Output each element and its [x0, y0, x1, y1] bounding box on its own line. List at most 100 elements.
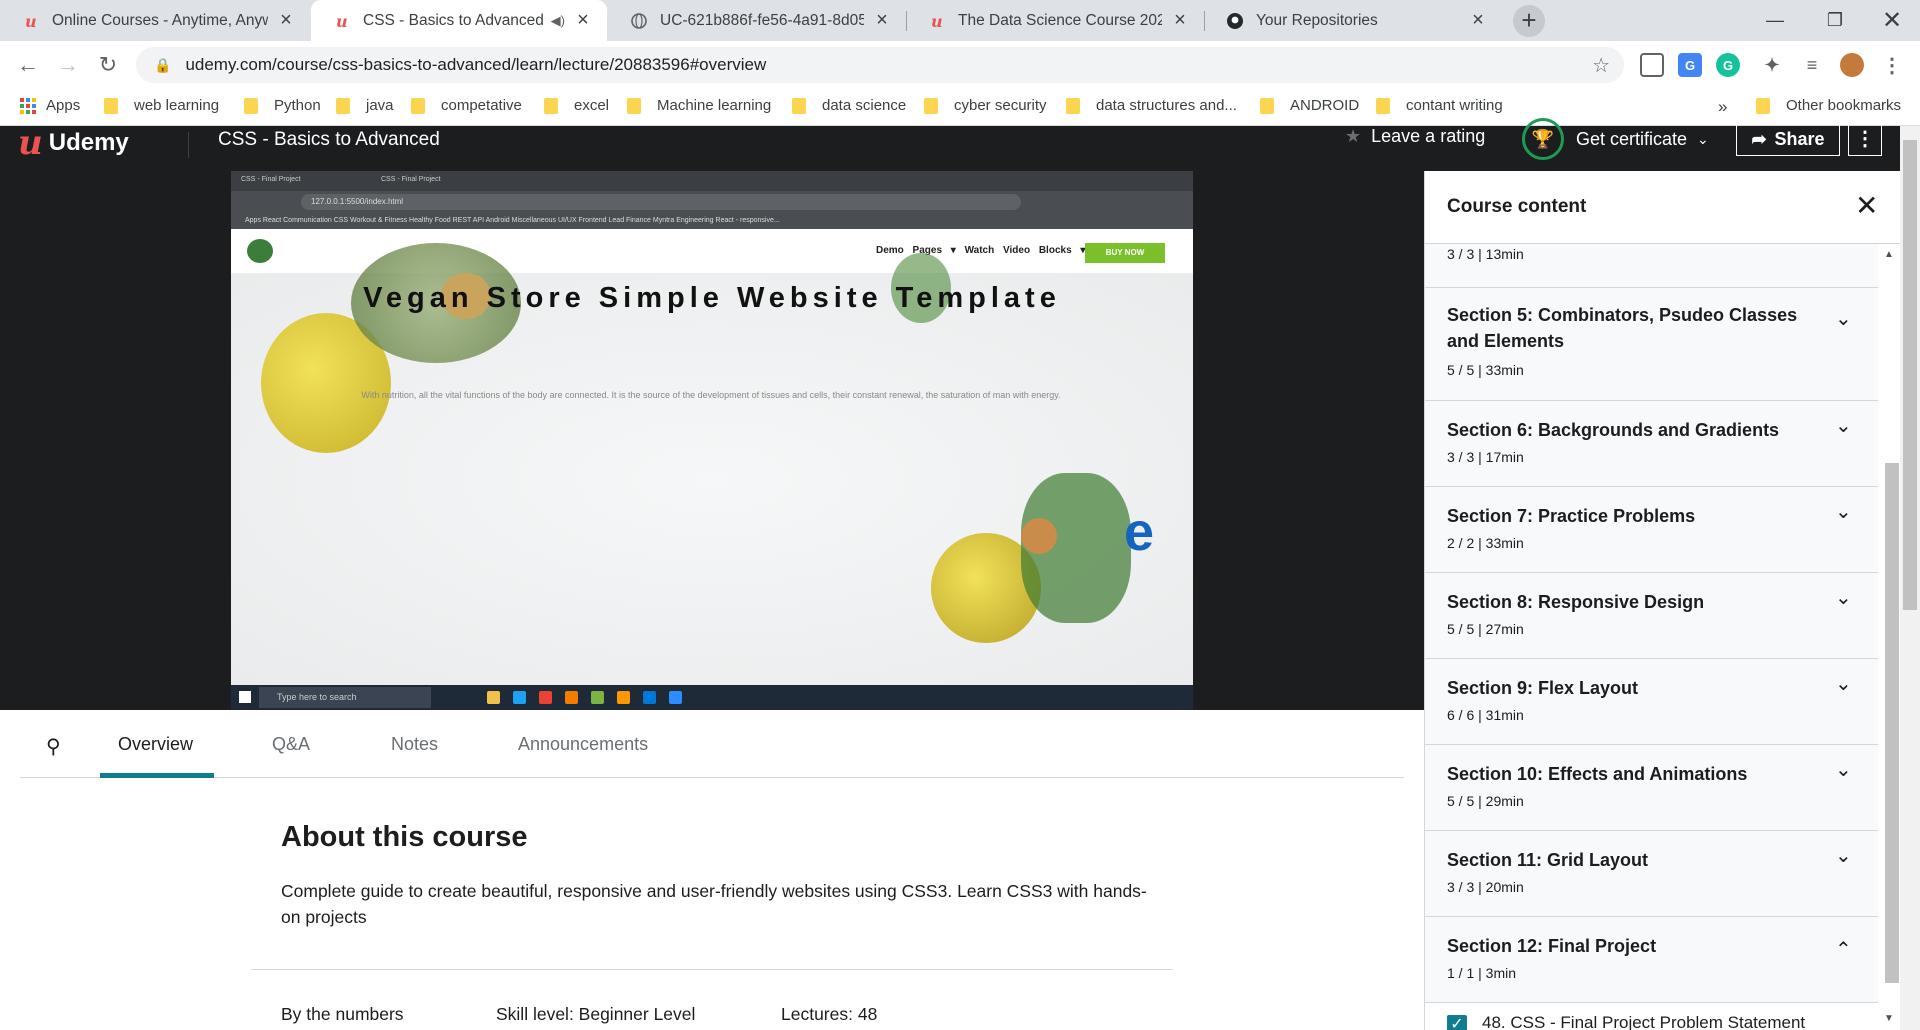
- browser-tab-active[interactable]: u CSS - Basics to Advanced | U ◀) ×: [311, 0, 607, 41]
- tab-overview[interactable]: Overview: [118, 734, 193, 755]
- bookmarks-overflow[interactable]: »: [1718, 97, 1727, 117]
- forward-icon[interactable]: →: [52, 49, 84, 81]
- browser-tab[interactable]: UC-621b886f-fe56-4a91-8d05-c6 ×: [608, 0, 906, 41]
- checkbox-checked-icon[interactable]: ✓: [1447, 1015, 1467, 1030]
- section-item[interactable]: Section 5: Combinators, Psudeo Classes a…: [1425, 288, 1878, 401]
- address-bar[interactable]: 🔒 udemy.com/course/css-basics-to-advance…: [136, 47, 1624, 83]
- section-item[interactable]: Section 6: Backgrounds and Gradients 3 /…: [1425, 401, 1878, 487]
- minimize-icon[interactable]: —: [1745, 0, 1805, 41]
- active-tab-indicator: [100, 773, 214, 778]
- close-icon[interactable]: ✕: [1855, 189, 1878, 222]
- sidebar-scroll-thumb[interactable]: [1885, 463, 1899, 983]
- video-subtext: With nutrition, all the vital functions …: [361, 390, 1061, 400]
- bookmark-folder[interactable]: Python: [244, 97, 321, 114]
- browser-tab[interactable]: Your Repositories ×: [1204, 0, 1502, 41]
- tab-title: CSS - Basics to Advanced | U: [363, 11, 545, 29]
- header-divider: [188, 132, 189, 158]
- chevron-down-icon: ⌄: [1835, 845, 1852, 867]
- course-tabs: ⚲ Overview Q&A Notes Announcements: [20, 710, 1404, 778]
- section-item[interactable]: Section 10: Effects and Animations 5 / 5…: [1425, 745, 1878, 831]
- cast-icon[interactable]: [1640, 53, 1664, 77]
- bookmark-folder[interactable]: competative: [411, 97, 522, 114]
- udemy-logo-icon: u: [18, 123, 43, 163]
- chevron-up-icon: ⌃: [1835, 939, 1852, 961]
- github-icon: [1226, 12, 1244, 30]
- restore-icon[interactable]: ❐: [1805, 0, 1865, 41]
- bookmark-folder[interactable]: ANDROID: [1260, 97, 1359, 114]
- other-bookmarks[interactable]: Other bookmarks: [1756, 97, 1901, 114]
- close-icon[interactable]: ×: [872, 9, 892, 32]
- course-title[interactable]: CSS - Basics to Advanced: [218, 129, 440, 151]
- bookmark-folder[interactable]: java: [336, 97, 394, 114]
- close-icon[interactable]: ×: [573, 9, 593, 32]
- folder-icon: [1066, 97, 1080, 114]
- bookmark-folder[interactable]: data science: [792, 97, 906, 114]
- scroll-down-arrow-icon[interactable]: ▼: [1884, 1013, 1894, 1024]
- avatar[interactable]: [1840, 53, 1864, 77]
- video-frame[interactable]: CSS - Final Project CSS - Final Project …: [231, 171, 1193, 710]
- folder-icon: [544, 97, 558, 114]
- about-title: About this course: [281, 821, 528, 853]
- menu-kebab-icon[interactable]: ⋮: [1880, 53, 1904, 77]
- media-control-icon[interactable]: ≡: [1800, 53, 1824, 77]
- video-taskbar: Type here to search: [231, 685, 1193, 710]
- sidebar-title: Course content: [1447, 196, 1587, 217]
- section-item[interactable]: Section 9: Flex Layout 6 / 6 | 31min ⌄: [1425, 659, 1878, 745]
- section-item[interactable]: Section 8: Responsive Design 5 / 5 | 27m…: [1425, 573, 1878, 659]
- tab-title: Online Courses - Anytime, Anywh: [52, 11, 268, 29]
- folder-icon: [411, 97, 425, 114]
- back-icon[interactable]: ←: [12, 49, 44, 81]
- browser-tab[interactable]: u Online Courses - Anytime, Anywh ×: [0, 0, 310, 41]
- chevron-down-icon: ⌄: [1835, 587, 1852, 609]
- chevron-down-icon: ⌄: [1835, 759, 1852, 781]
- window-close-icon[interactable]: ✕: [1862, 0, 1920, 41]
- folder-icon: [1376, 97, 1390, 114]
- tab-announcements[interactable]: Announcements: [518, 734, 648, 755]
- by-numbers-label: By the numbers: [281, 1004, 404, 1024]
- chevron-down-icon: ⌄: [1835, 673, 1852, 695]
- bookmark-folder[interactable]: data structures and...: [1066, 97, 1237, 114]
- get-certificate-button[interactable]: 🏆 Get certificate ⌄: [1522, 118, 1709, 160]
- udemy-logo[interactable]: u Udemy: [18, 123, 129, 163]
- extensions-icon[interactable]: ✦: [1760, 53, 1784, 77]
- lecture-row[interactable]: ✓ 48. CSS - Final Project Problem Statem…: [1425, 1003, 1878, 1030]
- bookmark-folder[interactable]: web learning: [104, 97, 219, 114]
- speaker-icon[interactable]: ◀): [551, 13, 565, 29]
- close-icon[interactable]: ×: [276, 9, 296, 32]
- bookmark-apps[interactable]: Apps: [20, 97, 80, 114]
- page-scroll-thumb[interactable]: [1903, 140, 1917, 610]
- more-options-icon[interactable]: ⋮: [1848, 122, 1882, 156]
- tab-notes[interactable]: Notes: [391, 734, 438, 755]
- chevron-down-icon: ⌄: [1835, 501, 1852, 523]
- leave-rating-button[interactable]: ★ Leave a rating: [1345, 126, 1485, 147]
- section-item[interactable]: Section 11: Grid Layout 3 / 3 | 20min ⌄: [1425, 831, 1878, 917]
- bookmark-folder[interactable]: cyber security: [924, 97, 1047, 114]
- bookmark-folder[interactable]: Machine learning: [627, 97, 771, 114]
- search-icon[interactable]: ⚲: [46, 734, 61, 759]
- bookmark-folder[interactable]: excel: [544, 97, 609, 114]
- bookmark-folder[interactable]: contant writing: [1376, 97, 1503, 114]
- windows-icon: [239, 691, 251, 703]
- chevron-down-icon: ⌄: [1835, 415, 1852, 437]
- translate-icon[interactable]: G: [1678, 53, 1702, 77]
- reload-icon[interactable]: ↻: [92, 49, 124, 81]
- section-list: 3 / 3 | 13min Section 5: Combinators, Ps…: [1425, 244, 1878, 1030]
- section-item-partial[interactable]: 3 / 3 | 13min: [1425, 244, 1878, 288]
- udemy-icon: u: [22, 12, 40, 30]
- video-player[interactable]: CSS - Final Project CSS - Final Project …: [0, 171, 1424, 710]
- section-item[interactable]: Section 7: Practice Problems 2 / 2 | 33m…: [1425, 487, 1878, 573]
- new-tab-button[interactable]: +: [1513, 5, 1545, 37]
- tab-qa[interactable]: Q&A: [272, 734, 310, 755]
- tab-title: The Data Science Course 2020 | U: [958, 11, 1162, 29]
- bookmark-star-icon[interactable]: ☆: [1592, 53, 1610, 78]
- video-bookmarks: Apps React Communication CSS Workout & F…: [231, 213, 1193, 229]
- section-item-expanded[interactable]: Section 12: Final Project 1 / 1 | 3min ⌃: [1425, 917, 1878, 1003]
- scroll-up-arrow-icon[interactable]: ▲: [1884, 249, 1894, 260]
- close-icon[interactable]: ×: [1170, 9, 1190, 32]
- browser-tab[interactable]: u The Data Science Course 2020 | U ×: [906, 0, 1204, 41]
- svg-text:u: u: [336, 13, 348, 29]
- grammarly-icon[interactable]: G: [1716, 53, 1740, 77]
- share-button[interactable]: ➦ Share: [1736, 122, 1840, 156]
- trophy-icon: 🏆: [1522, 118, 1564, 160]
- close-icon[interactable]: ×: [1468, 9, 1488, 32]
